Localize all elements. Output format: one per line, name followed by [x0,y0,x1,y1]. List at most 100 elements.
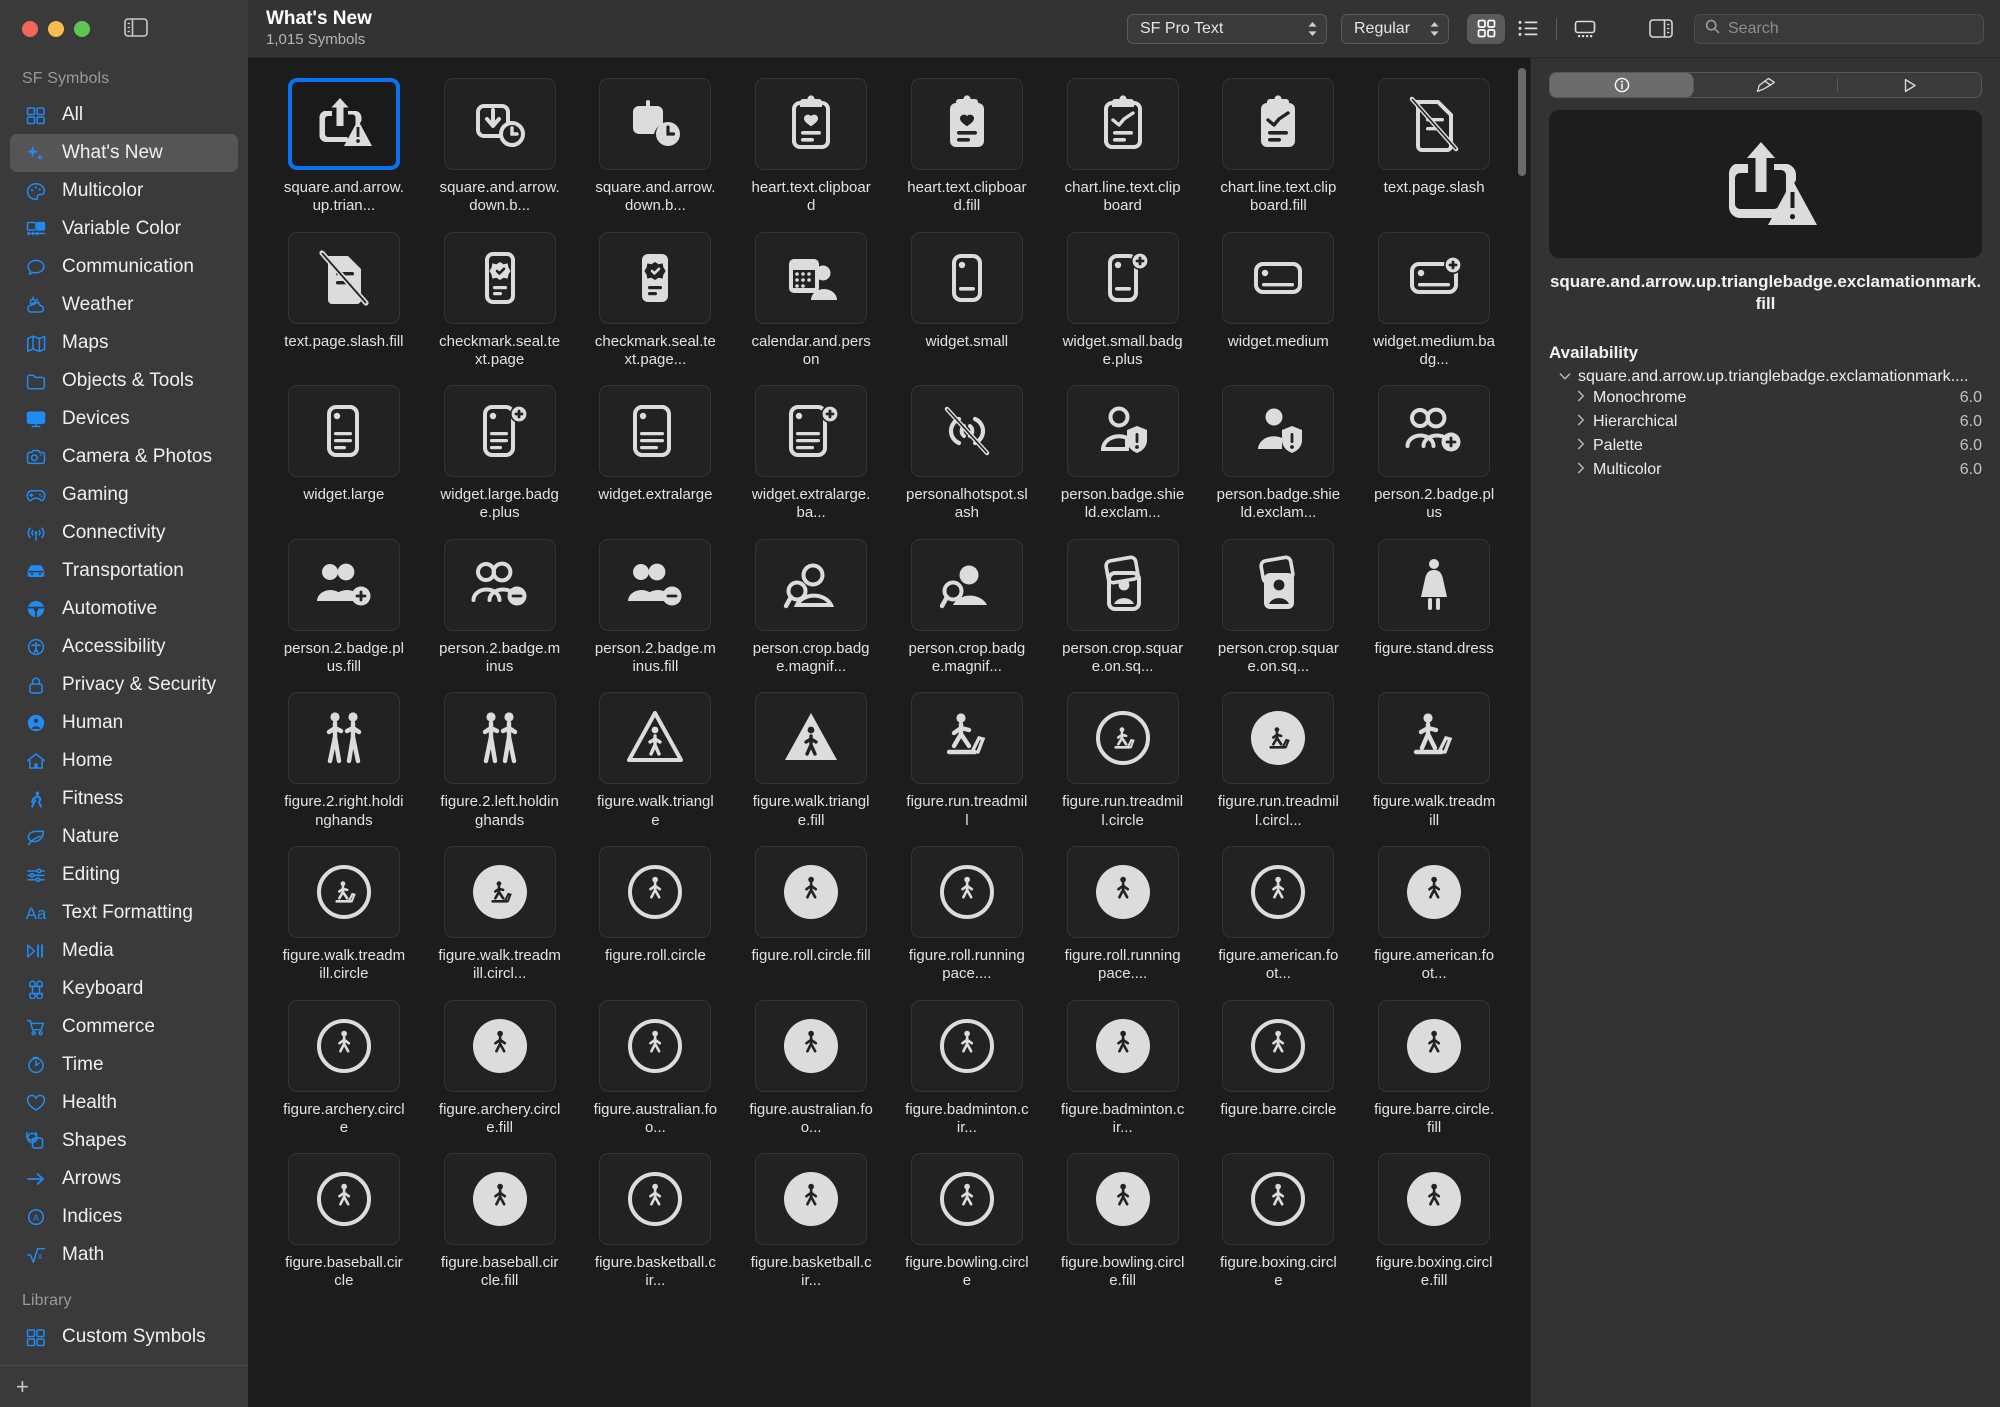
font-popup[interactable]: SF Pro Text [1127,14,1327,44]
symbol-cell[interactable]: widget.small [889,226,1045,380]
symbol-cell[interactable]: figure.american.foot... [1356,840,1512,994]
symbol-cell[interactable]: figure.walk.treadmill [1356,686,1512,840]
sidebar-item-keyboard[interactable]: Keyboard [10,970,238,1008]
symbol-cell[interactable]: figure.run.treadmill [889,686,1045,840]
sidebar-item-connectivity[interactable]: Connectivity [10,514,238,552]
symbol-cell[interactable]: figure.baseball.circle.fill [422,1147,578,1301]
sidebar-scroll[interactable]: SF Symbols AllWhat's NewMulticolorVariab… [0,58,248,1365]
tab-info[interactable] [1550,73,1693,97]
sidebar-item-nature[interactable]: Nature [10,818,238,856]
availability-row[interactable]: Monochrome6.0 [1549,386,1982,410]
sidebar-item-home[interactable]: Home [10,742,238,780]
symbol-cell[interactable]: figure.roll.circle.fill [733,840,889,994]
sidebar-item-commerce[interactable]: Commerce [10,1008,238,1046]
sidebar-item-arrows[interactable]: Arrows [10,1160,238,1198]
symbol-cell[interactable]: figure.walk.treadmill.circl... [422,840,578,994]
availability-root-row[interactable]: square.and.arrow.up.trianglebadge.exclam… [1549,368,1982,386]
sidebar-item-all[interactable]: All [10,96,238,134]
symbol-cell[interactable]: widget.medium.badg... [1356,226,1512,380]
gallery-view-button[interactable] [1566,14,1604,44]
symbol-cell[interactable]: person.badge.shield.exclam... [1045,379,1201,533]
weight-popup[interactable]: Regular [1341,14,1449,44]
tab-preview[interactable] [1838,73,1981,97]
symbol-cell[interactable]: heart.text.clipboard [733,72,889,226]
minimize-button[interactable] [48,21,64,37]
availability-row[interactable]: Palette6.0 [1549,434,1982,458]
sidebar-item-gaming[interactable]: Gaming [10,476,238,514]
symbol-grid-scroll[interactable]: square.and.arrow.up.trian... square.and.a… [248,58,1530,1407]
symbol-cell[interactable]: text.page.slash [1356,72,1512,226]
symbol-cell[interactable]: figure.2.left.holdinghands [422,686,578,840]
sidebar-item-media[interactable]: Media [10,932,238,970]
sidebar-item-accessibility[interactable]: Accessibility [10,628,238,666]
sidebar-item-privacy-security[interactable]: Privacy & Security [10,666,238,704]
availability-row[interactable]: Multicolor6.0 [1549,458,1982,482]
symbol-cell[interactable]: figure.badminton.cir... [1045,994,1201,1148]
symbol-cell[interactable]: figure.roll.circle [578,840,734,994]
symbol-cell[interactable]: figure.walk.triangle [578,686,734,840]
symbol-cell[interactable]: personalhotspot.slash [889,379,1045,533]
symbol-cell[interactable]: widget.extralarge [578,379,734,533]
symbol-cell[interactable]: figure.australian.foo... [578,994,734,1148]
symbol-cell[interactable]: figure.roll.runningpace.... [1045,840,1201,994]
symbol-cell[interactable]: figure.australian.foo... [733,994,889,1148]
symbol-cell[interactable]: figure.bowling.circle [889,1147,1045,1301]
symbol-cell[interactable]: figure.walk.triangle.fill [733,686,889,840]
symbol-cell[interactable]: heart.text.clipboard.fill [889,72,1045,226]
add-library-button[interactable]: + [16,1374,29,1400]
sidebar-item-devices[interactable]: Devices [10,400,238,438]
symbol-cell[interactable]: widget.large [266,379,422,533]
symbol-cell[interactable]: figure.boxing.circle [1201,1147,1357,1301]
symbol-cell[interactable]: figure.archery.circle [266,994,422,1148]
symbol-cell[interactable]: person.crop.badge.magnif... [733,533,889,687]
symbol-cell[interactable]: figure.2.right.holdinghands [266,686,422,840]
sidebar-item-math[interactable]: xMath [10,1236,238,1274]
symbol-cell[interactable]: checkmark.seal.text.page... [578,226,734,380]
symbol-cell[interactable]: square.and.arrow.up.trian... [266,72,422,226]
sidebar-item-editing[interactable]: Editing [10,856,238,894]
symbol-cell[interactable]: figure.stand.dress [1356,533,1512,687]
symbol-cell[interactable]: person.2.badge.minus [422,533,578,687]
symbol-cell[interactable]: figure.baseball.circle [266,1147,422,1301]
search-input[interactable]: Search [1694,14,1984,44]
symbol-cell[interactable]: widget.small.badge.plus [1045,226,1201,380]
symbol-cell[interactable]: checkmark.seal.text.page [422,226,578,380]
sidebar-item-weather[interactable]: Weather [10,286,238,324]
sidebar-item-transportation[interactable]: Transportation [10,552,238,590]
symbol-cell[interactable]: figure.basketball.cir... [733,1147,889,1301]
symbol-cell[interactable]: figure.american.foot... [1201,840,1357,994]
symbol-cell[interactable]: figure.walk.treadmill.circle [266,840,422,994]
symbol-cell[interactable]: figure.run.treadmill.circl... [1201,686,1357,840]
symbol-cell[interactable]: person.crop.badge.magnif... [889,533,1045,687]
symbol-cell[interactable]: person.2.badge.minus.fill [578,533,734,687]
grid-scrollbar[interactable] [1518,68,1526,176]
sidebar-item-automotive[interactable]: Automotive [10,590,238,628]
symbol-cell[interactable]: widget.extralarge.ba... [733,379,889,533]
symbol-cell[interactable]: figure.boxing.circle.fill [1356,1147,1512,1301]
sidebar-item-maps[interactable]: Maps [10,324,238,362]
symbol-cell[interactable]: figure.basketball.cir... [578,1147,734,1301]
symbol-cell[interactable]: person.crop.square.on.sq... [1201,533,1357,687]
symbol-cell[interactable]: figure.run.treadmill.circle [1045,686,1201,840]
symbol-cell[interactable]: widget.medium [1201,226,1357,380]
symbol-cell[interactable]: calendar.and.person [733,226,889,380]
sidebar-item-shapes[interactable]: Shapes [10,1122,238,1160]
sidebar-item-communication[interactable]: Communication [10,248,238,286]
symbol-cell[interactable]: person.2.badge.plus.fill [266,533,422,687]
symbol-cell[interactable]: figure.archery.circle.fill [422,994,578,1148]
symbol-cell[interactable]: figure.badminton.cir... [889,994,1045,1148]
symbol-cell[interactable]: square.and.arrow.down.b... [578,72,734,226]
sidebar-item-camera-photos[interactable]: Camera & Photos [10,438,238,476]
close-button[interactable] [22,21,38,37]
symbol-cell[interactable]: text.page.slash.fill [266,226,422,380]
symbol-cell[interactable]: chart.line.text.clipboard.fill [1201,72,1357,226]
list-view-button[interactable] [1509,14,1547,44]
inspector-toggle-button[interactable] [1642,14,1680,44]
sidebar-item-text-formatting[interactable]: AaText Formatting [10,894,238,932]
sidebar-item-multicolor[interactable]: Multicolor [10,172,238,210]
symbol-cell[interactable]: person.crop.square.on.sq... [1045,533,1201,687]
symbol-cell[interactable]: figure.barre.circle [1201,994,1357,1148]
symbol-cell[interactable]: widget.large.badge.plus [422,379,578,533]
symbol-cell[interactable]: figure.bowling.circle.fill [1045,1147,1201,1301]
sidebar-item-objects-tools[interactable]: Objects & Tools [10,362,238,400]
